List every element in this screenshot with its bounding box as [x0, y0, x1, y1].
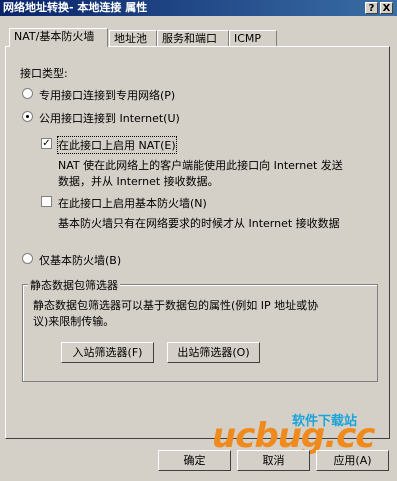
- inbound-filters-button[interactable]: 入站筛选器(F): [61, 342, 154, 363]
- tab-icmp[interactable]: ICMP: [229, 30, 277, 46]
- public-radio[interactable]: [22, 111, 33, 122]
- apply-button[interactable]: 应用(A): [316, 450, 389, 471]
- packet-filter-group: 静态数据包筛选器 静态数据包筛选器可以基于数据包的属性(例如 IP 地址或协 议…: [22, 277, 378, 382]
- tab-panel: 接口类型: 专用接口连接到专用网络(P) 公用接口连接到 Internet(U)…: [5, 46, 390, 439]
- packet-filter-desc-2: 议)来限制传输。: [33, 315, 115, 328]
- firewall-only-label[interactable]: 仅基本防火墙(B): [39, 252, 121, 268]
- enable-nat-checkbox[interactable]: ✓: [41, 138, 52, 149]
- tab-address-pool[interactable]: 地址池: [109, 30, 157, 46]
- tab-nat-firewall[interactable]: NAT/基本防火墙: [9, 28, 108, 47]
- help-button[interactable]: ?: [365, 2, 378, 14]
- title-bar: 网络地址转换- 本地连接 属性 ? X: [0, 0, 397, 16]
- nat-description-1: NAT 使在此网络上的客户端能使用此接口向 Internet 发送: [58, 159, 343, 172]
- interface-type-heading: 接口类型:: [20, 67, 68, 80]
- public-option-label[interactable]: 公用接口连接到 Internet(U): [39, 110, 180, 126]
- nat-description-2: 数据，并从 Internet 接收数据。: [58, 175, 219, 188]
- outbound-filters-button[interactable]: 出站筛选器(O): [167, 342, 260, 363]
- enable-nat-label[interactable]: 在此接口上启用 NAT(E): [57, 136, 177, 154]
- private-option-label[interactable]: 专用接口连接到专用网络(P): [39, 87, 175, 103]
- firewall-only-radio[interactable]: [22, 253, 33, 264]
- cancel-button[interactable]: 取消: [237, 450, 310, 471]
- enable-firewall-label[interactable]: 在此接口上启用基本防火墙(N): [58, 195, 207, 211]
- window-title: 网络地址转换- 本地连接 属性: [3, 1, 148, 14]
- ok-button[interactable]: 确定: [158, 450, 231, 471]
- tab-services-ports[interactable]: 服务和端口: [157, 30, 229, 46]
- watermark-site: 软件下载站: [292, 414, 358, 429]
- private-radio[interactable]: [22, 88, 33, 99]
- packet-filter-legend: 静态数据包筛选器: [28, 277, 120, 293]
- firewall-description: 基本防火墙只有在网络要求的时候才从 Internet 接收数据: [58, 217, 340, 230]
- enable-firewall-checkbox[interactable]: [41, 196, 52, 207]
- close-button[interactable]: X: [380, 2, 393, 14]
- packet-filter-desc-1: 静态数据包筛选器可以基于数据包的属性(例如 IP 地址或协: [33, 299, 319, 312]
